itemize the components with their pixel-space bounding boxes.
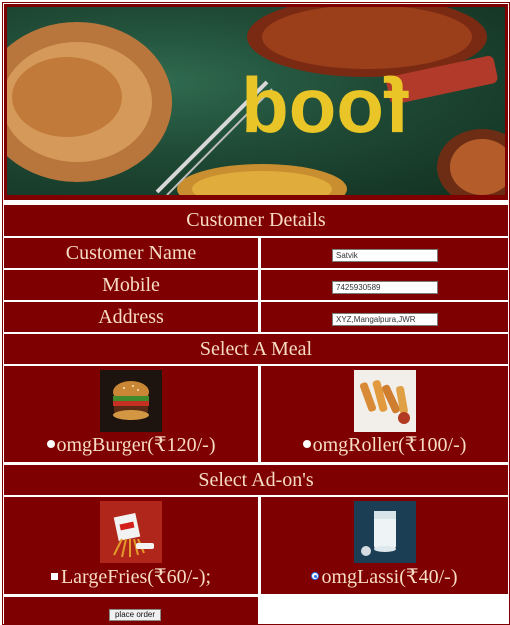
select-meal-header: Select A Meal [4, 334, 508, 364]
customer-details-header: Customer Details [4, 205, 508, 236]
burger-radio[interactable] [46, 440, 55, 449]
meal-option-roller[interactable]: omgRoller(₹100/-) [261, 366, 508, 462]
lassi-image [353, 501, 416, 563]
address-input[interactable]: XYZ,Mangalpura,JWR [332, 313, 438, 326]
fries-label: LargeFries(₹60/-); [60, 566, 212, 588]
mobile-label: Mobile [102, 273, 160, 296]
food-hero-image: food [7, 7, 505, 195]
select-addons-header: Select Ad-on's [4, 465, 508, 495]
customer-details-title: Customer Details [186, 209, 326, 231]
customer-name-input[interactable]: Satvik [332, 249, 438, 262]
lassi-label: omgLassi(₹40/-) [321, 566, 458, 588]
svg-text:food: food [241, 61, 410, 149]
fries-checkbox[interactable] [50, 572, 58, 580]
addon-option-fries[interactable]: LargeFries(₹60/-); [4, 497, 258, 594]
mobile-input-cell: 7425930589 [261, 270, 508, 300]
roller-radio[interactable] [302, 440, 311, 449]
burger-option-text: omgBurger(₹120/-) [4, 432, 258, 457]
address-input-cell: XYZ,Mangalpura,JWR [261, 302, 508, 332]
address-label: Address [98, 305, 164, 328]
select-meal-title: Select A Meal [199, 337, 313, 360]
select-addons-title: Select Ad-on's [198, 468, 314, 491]
customer-name-label: Customer Name [65, 241, 197, 264]
hero-banner: food [4, 4, 508, 200]
food-illustration: food [7, 7, 505, 195]
customer-name-input-cell: Satvik [261, 238, 508, 268]
roller-image [353, 370, 416, 432]
lassi-radio[interactable] [311, 572, 320, 581]
fries-option-text: LargeFries(₹60/-); [4, 564, 258, 589]
address-label-cell: Address [4, 302, 258, 332]
lassi-option-text: omgLassi(₹40/-) [261, 564, 508, 589]
addon-option-lassi[interactable]: omgLassi(₹40/-) [261, 497, 508, 594]
roller-label: omgRoller(₹100/-) [312, 434, 467, 456]
mobile-label-cell: Mobile [4, 270, 258, 300]
burger-image [100, 370, 162, 432]
fries-image [100, 501, 162, 563]
customer-name-label-cell: Customer Name [4, 238, 258, 268]
roller-option-text: omgRoller(₹100/-) [261, 432, 508, 457]
place-order-button[interactable]: place order [109, 609, 161, 621]
burger-label: omgBurger(₹120/-) [56, 434, 216, 456]
place-order-cell: place order [4, 597, 258, 625]
meal-option-burger[interactable]: omgBurger(₹120/-) [4, 366, 258, 462]
mobile-input[interactable]: 7425930589 [332, 281, 438, 294]
